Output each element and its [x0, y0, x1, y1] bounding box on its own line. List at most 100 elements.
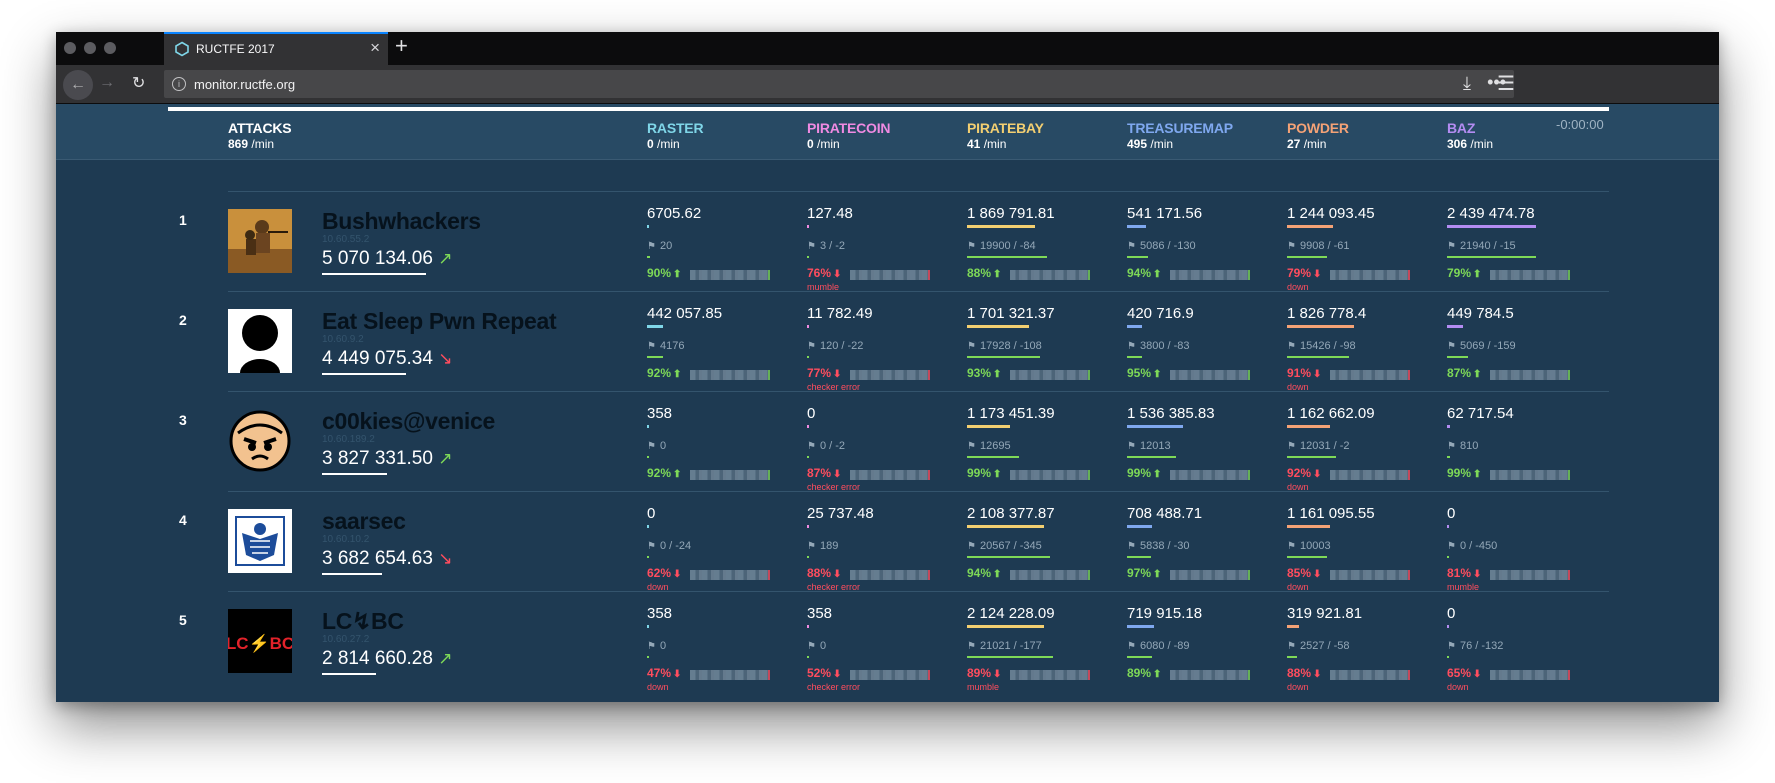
service-score: 6705.62: [647, 205, 702, 222]
service-cell-piratebay[interactable]: 1 173 451.39 ⚑ 12695 99% ⬆: [967, 392, 1117, 492]
user-silhouette-icon: [228, 309, 292, 373]
team-row[interactable]: 2 Eat Sleep Pwn Repeat 10.60.9.2 4 449 075.…: [179, 291, 1609, 392]
flag-icon: ⚑: [967, 341, 976, 352]
team-row[interactable]: 4 saarsec 10.60.10.2 3 682 654.63 ↘ 0 ⚑ 0 / -2…: [179, 491, 1609, 592]
service-score: 0: [647, 505, 656, 522]
service-cell-treasuremap[interactable]: 541 171.56 ⚑ 5086 / -130 94% ⬆: [1127, 192, 1277, 292]
service-cell-piratecoin[interactable]: 11 782.49 ⚑ 120 / -22 77% ⬇ checker error: [807, 292, 957, 392]
service-name: PIRATECOIN: [807, 120, 891, 136]
sla-percent: 79% ⬇: [1287, 266, 1322, 280]
info-icon[interactable]: i: [172, 77, 186, 91]
attacks-header: ATTACKS 869 /min: [228, 120, 292, 151]
flag-icon: ⚑: [967, 541, 976, 552]
service-flags: ⚑ 17928 / -108: [967, 340, 1042, 352]
team-rank: 1: [179, 212, 187, 228]
flag-icon: ⚑: [967, 241, 976, 252]
service-cell-powder[interactable]: 1 826 778.4 ⚑ 15426 / -98 91% ⬇ down: [1287, 292, 1437, 392]
service-cell-powder[interactable]: 319 921.81 ⚑ 2527 / -58 88% ⬇ down: [1287, 592, 1437, 692]
service-cell-raster[interactable]: 6705.62 ⚑ 20 90% ⬆: [647, 192, 797, 292]
team-row[interactable]: 5 LC⚡BC LC↯BC 10.60.27.2 2 814 660.28 ↗ 358 ⚑ 0…: [179, 591, 1609, 692]
sla-percent: 79% ⬆: [1447, 266, 1482, 280]
new-tab-icon[interactable]: +: [395, 35, 408, 57]
service-score-bar: [647, 525, 649, 528]
address-bar[interactable]: i monitor.ructfe.org •••: [164, 70, 1514, 98]
service-flags: ⚑ 6080 / -89: [1127, 640, 1190, 652]
close-window-button[interactable]: [64, 42, 76, 54]
service-cell-treasuremap[interactable]: 708 488.71 ⚑ 5838 / -30 97% ⬆: [1127, 492, 1277, 592]
close-tab-icon[interactable]: ×: [370, 39, 380, 56]
flag-icon: ⚑: [1287, 641, 1296, 652]
sla-up-arrow-icon: ⬆: [1153, 569, 1162, 580]
lcbc-logo-icon: LC⚡BC: [228, 609, 292, 673]
team-score: 4 449 075.34 ↘: [322, 348, 453, 369]
back-arrow-icon[interactable]: ←: [63, 70, 93, 100]
service-cell-treasuremap[interactable]: 420 716.9 ⚑ 3800 / -83 95% ⬆: [1127, 292, 1277, 392]
service-score-bar: [967, 525, 1044, 528]
service-cell-piratebay[interactable]: 1 869 791.81 ⚑ 19900 / -84 88% ⬆: [967, 192, 1117, 292]
service-cell-baz[interactable]: 2 439 474.78 ⚑ 21940 / -15 79% ⬆: [1447, 192, 1597, 292]
service-cell-treasuremap[interactable]: 719 915.18 ⚑ 6080 / -89 89% ⬆: [1127, 592, 1277, 692]
service-score: 719 915.18: [1127, 605, 1203, 622]
sla-down-arrow-icon: ⬇: [993, 669, 1002, 680]
team-ip: 10.60.9.2: [322, 334, 364, 345]
service-cell-piratecoin[interactable]: 127.48 ⚑ 3 / -2 76% ⬇ mumble: [807, 192, 957, 292]
flag-icon: ⚑: [1287, 341, 1296, 352]
service-status: mumble: [967, 682, 1000, 692]
service-cell-powder[interactable]: 1 162 662.09 ⚑ 12031 / -2 92% ⬇ down: [1287, 392, 1437, 492]
service-cell-raster[interactable]: 442 057.85 ⚑ 4176 92% ⬆: [647, 292, 797, 392]
flags-bar: [1287, 256, 1327, 258]
service-cell-baz[interactable]: 0 ⚑ 0 / -450 81% ⬇ mumble: [1447, 492, 1597, 592]
service-cell-raster[interactable]: 358 ⚑ 0 47% ⬇ down: [647, 592, 797, 692]
service-flags: ⚑ 12031 / -2: [1287, 440, 1350, 452]
service-cell-piratebay[interactable]: 1 701 321.37 ⚑ 17928 / -108 93% ⬆: [967, 292, 1117, 392]
team-row[interactable]: 3 c00kies@venice 10.60.189.2 3 827 331.50 ↗…: [179, 391, 1609, 492]
service-cell-piratecoin[interactable]: 0 ⚑ 0 / -2 87% ⬇ checker error: [807, 392, 957, 492]
service-cell-piratecoin[interactable]: 25 737.48 ⚑ 189 88% ⬇ checker error: [807, 492, 957, 592]
service-cell-powder[interactable]: 1 161 095.55 ⚑ 10003 85% ⬇ down: [1287, 492, 1437, 592]
service-flags: ⚑ 12695: [967, 440, 1011, 452]
tab-title: RUCTFE 2017: [196, 42, 275, 56]
flags-bar: [967, 456, 1019, 458]
service-score: 358: [647, 605, 673, 622]
flags-bar: [807, 456, 809, 458]
service-cell-piratebay[interactable]: 2 108 377.87 ⚑ 20567 / -345 94% ⬆: [967, 492, 1117, 592]
service-cell-powder[interactable]: 1 244 093.45 ⚑ 9908 / -61 79% ⬇ down: [1287, 192, 1437, 292]
service-flags: ⚑ 2527 / -58: [1287, 640, 1350, 652]
service-cell-raster[interactable]: 358 ⚑ 0 92% ⬆: [647, 392, 797, 492]
service-score: 1 869 791.81: [967, 205, 1055, 222]
service-cell-treasuremap[interactable]: 1 536 385.83 ⚑ 12013 99% ⬆: [1127, 392, 1277, 492]
service-score-bar: [1287, 625, 1299, 628]
service-cell-baz[interactable]: 62 717.54 ⚑ 810 99% ⬆: [1447, 392, 1597, 492]
service-cell-raster[interactable]: 0 ⚑ 0 / -24 62% ⬇ down: [647, 492, 797, 592]
service-cell-baz[interactable]: 449 784.5 ⚑ 5069 / -159 87% ⬆: [1447, 292, 1597, 392]
team-score: 5 070 134.06 ↗: [322, 248, 453, 269]
hamburger-menu-icon[interactable]: ☰: [1497, 71, 1515, 96]
sla-history-bar: [850, 470, 930, 480]
trend-up-icon: ↗: [438, 449, 453, 468]
reload-icon[interactable]: ↻: [132, 73, 145, 93]
service-score: 1 826 778.4: [1287, 305, 1367, 322]
minimize-window-button[interactable]: [84, 42, 96, 54]
service-score: 541 171.56: [1127, 205, 1203, 222]
maximize-window-button[interactable]: [104, 42, 116, 54]
service-cell-baz[interactable]: 0 ⚑ 76 / -132 65% ⬇ down: [1447, 592, 1597, 692]
url-text[interactable]: monitor.ructfe.org: [194, 77, 295, 92]
service-score: 1 536 385.83: [1127, 405, 1215, 422]
sla-down-arrow-icon: ⬇: [833, 369, 842, 380]
service-score: 0: [1447, 505, 1456, 522]
tab-ructfe[interactable]: RUCTFE 2017 ×: [164, 32, 388, 65]
flag-icon: ⚑: [1447, 441, 1456, 452]
download-icon[interactable]: ⤓: [1463, 73, 1471, 94]
sla-history-bar: [850, 270, 930, 280]
forward-arrow-icon[interactable]: →: [99, 74, 115, 92]
sla-up-arrow-icon: ⬆: [673, 369, 682, 380]
angry-cookie-face-icon: [228, 409, 292, 473]
sla-up-arrow-icon: ⬆: [1473, 269, 1482, 280]
service-cell-piratecoin[interactable]: 358 ⚑ 0 52% ⬇ checker error: [807, 592, 957, 692]
team-row[interactable]: 1 Bushwhackers 10.60.55.2 5 070 134.06 ↗ 670…: [179, 191, 1609, 292]
flags-bar: [807, 556, 809, 558]
service-flags: ⚑ 189: [807, 540, 839, 552]
team-ip: 10.60.27.2: [322, 634, 370, 645]
sla-percent: 99% ⬆: [967, 466, 1002, 480]
service-cell-piratebay[interactable]: 2 124 228.09 ⚑ 21021 / -177 89% ⬇ mumble: [967, 592, 1117, 692]
